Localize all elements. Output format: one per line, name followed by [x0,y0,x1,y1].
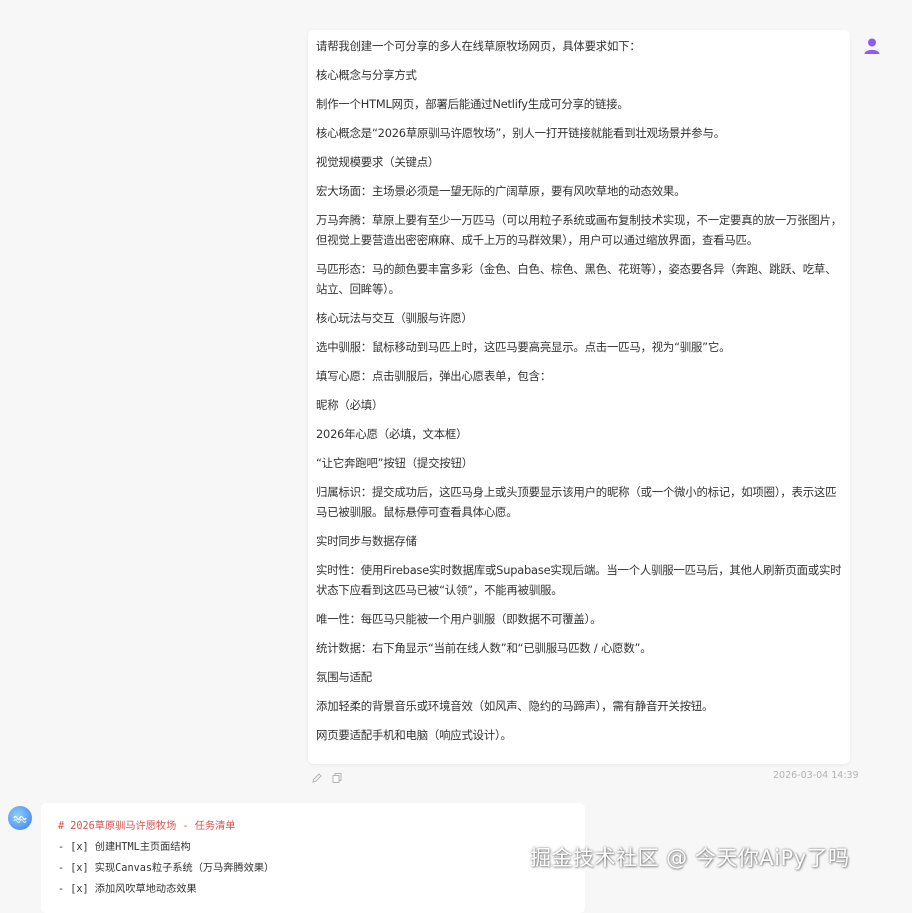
message-paragraph: 填写心愿：点击驯服后，弹出心愿表单，包含： [316,369,552,383]
message-paragraph: 网页要适配手机和电脑（响应式设计）。 [316,728,512,742]
edit-icon[interactable] [311,769,323,783]
message-paragraph: 统计数据：右下角显示“当前在线人数”和“已驯服马匹数 / 心愿数”。 [316,641,652,655]
message-paragraph: 宏大场面：主场景必须是一望无际的广阔草原，要有风吹草地的动态效果。 [316,184,686,198]
user-message-content: 请帮我创建一个可分享的多人在线草原牧场网页，具体要求如下： 核心概念与分享方式 … [308,30,850,745]
message-paragraph: 唯一性：每匹马只能被一个用户驯服（即数据不可覆盖）。 [316,612,602,626]
message-paragraph: “让它奔跑吧”按钮（提交按钮） [316,456,473,470]
message-actions [311,769,343,783]
message-paragraph: 选中驯服：鼠标移动到马匹上时，这匹马要高亮显示。点击一匹马，视为“驯服”它。 [316,340,731,354]
watermark: 掘金技术社区 @ 今天你AiPy了吗 [530,846,850,870]
message-paragraph: 实时性：使用Firebase实时数据库或Supabase实现后端。当一个人驯服一… [316,563,842,597]
message-paragraph: 制作一个HTML网页，部署后能通过Netlify生成可分享的链接。 [316,97,629,111]
message-timestamp: 2026-03-04 14:39 [773,770,859,781]
message-paragraph: 昵称（必填） [316,398,384,412]
message-paragraph: 氛围与适配 [316,670,372,684]
message-paragraph: 请帮我创建一个可分享的多人在线草原牧场网页，具体要求如下： [316,39,641,53]
message-paragraph: 马匹形态：马的颜色要丰富多彩（金色、白色、棕色、黑色、花斑等），姿态要各异（奔跑… [316,262,837,296]
task-list-item: - [x] 实现Canvas粒子系统（万马奔腾效果） [58,863,275,874]
message-paragraph: 万马奔腾：草原上要有至少一万匹马（可以用粒子系统或画布复制技术实现，不一定要真的… [316,213,842,247]
user-message-bubble: 请帮我创建一个可分享的多人在线草原牧场网页，具体要求如下： 核心概念与分享方式 … [308,30,850,764]
assistant-code-block: # 2026草原驯马许愿牧场 - 任务清单 - [x] 创建HTML主页面结构 … [41,803,585,900]
task-list-heading: # 2026草原驯马许愿牧场 - 任务清单 [58,821,236,832]
message-paragraph: 归属标识：提交成功后，这匹马身上或头顶要显示该用户的昵称（或一个微小的标记，如项… [316,485,837,519]
task-list-item: - [x] 创建HTML主页面结构 [58,842,191,853]
message-paragraph: 实时同步与数据存储 [316,534,417,548]
assistant-logo-icon [8,806,32,830]
message-paragraph: 核心概念是“2026草原驯马许愿牧场”，别人一打开链接就能看到壮观场景并参与。 [316,126,725,140]
copy-icon[interactable] [331,769,343,783]
message-paragraph: 添加轻柔的背景音乐或环境音效（如风声、隐约的马蹄声），需有静音开关按钮。 [316,699,714,713]
message-paragraph: 视觉规模要求（关键点） [316,155,440,169]
message-paragraph: 核心玩法与交互（驯服与许愿） [316,311,473,325]
message-paragraph: 核心概念与分享方式 [316,68,417,82]
user-icon [862,36,882,56]
message-paragraph: 2026年心愿（必填，文本框） [316,427,468,441]
